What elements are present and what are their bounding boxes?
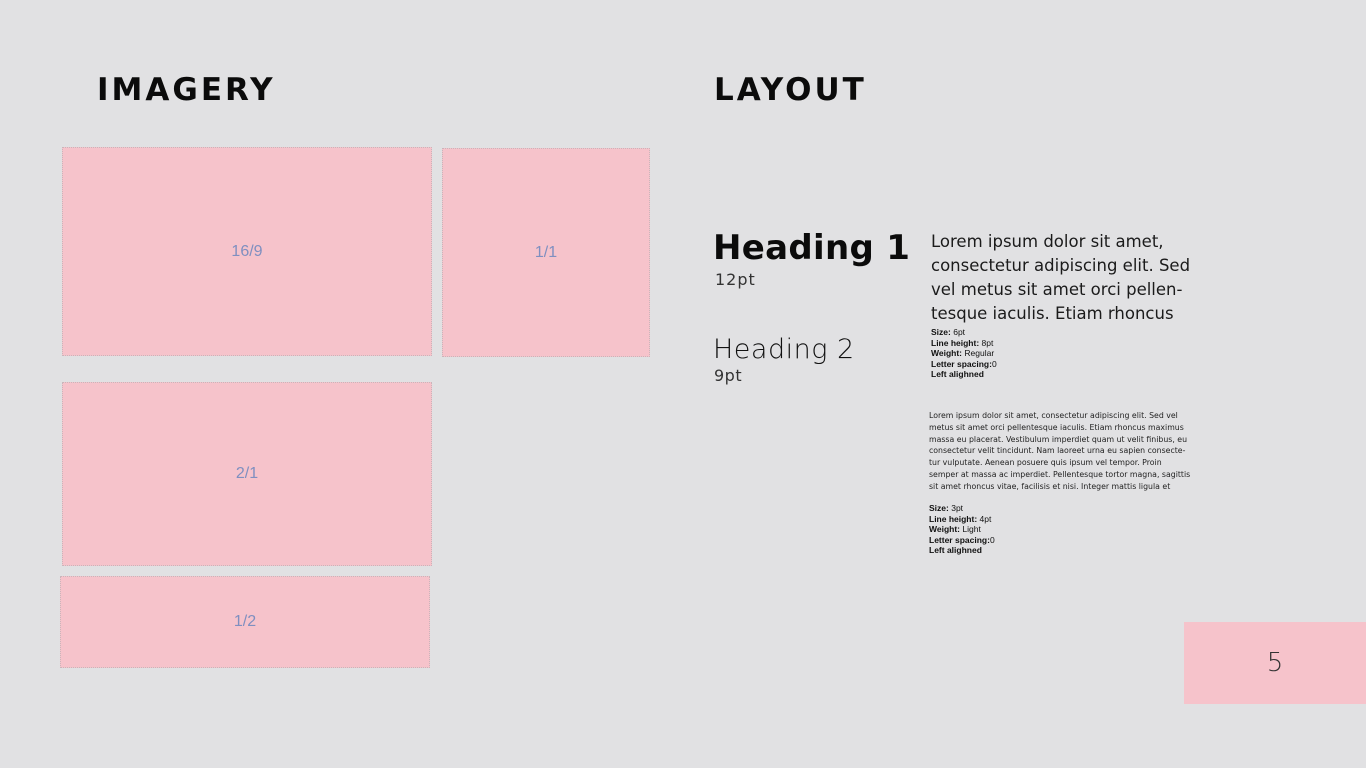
spec-alignment: Left alighned <box>929 545 982 556</box>
spec-line-height: Line height: 4pt <box>929 513 992 524</box>
spec-line-height: Line height: 8pt <box>931 337 994 348</box>
layout-section-title: LAYOUT <box>714 72 867 108</box>
aspect-ratio-label: 1/2 <box>233 613 257 630</box>
body-small-specs: Size: 3pt Line height: 4pt Weight: Light… <box>929 503 995 556</box>
heading-2-sample: Heading 2 <box>713 334 855 365</box>
imagery-section-title: IMAGERY <box>97 72 276 108</box>
heading-2-size: 9pt <box>714 366 743 385</box>
spec-size: Size: 3pt <box>929 503 964 513</box>
body-text-large-sample: Lorem ipsum dolor sit amet, consectetur … <box>931 232 1191 323</box>
spec-alignment: Left alighned <box>931 369 984 380</box>
image-placeholder-1-1: 1/1 <box>442 148 650 357</box>
body-large-specs: Size: 6pt Line height: 8pt Weight: Regul… <box>931 327 997 380</box>
spec-weight: Weight: Regular <box>931 348 995 359</box>
image-placeholder-1-2: 1/2 <box>60 576 430 668</box>
spec-letter-spacing: Letter spacing:0 <box>931 358 997 369</box>
page-number: 5 <box>1184 622 1366 704</box>
spec-letter-spacing: Letter spacing:0 <box>929 534 995 545</box>
body-text-small-sample: Lorem ipsum dolor sit amet, consectetur … <box>929 411 1191 491</box>
aspect-ratio-label: 2/1 <box>235 465 259 482</box>
spec-size: Size: 6pt <box>931 327 966 337</box>
aspect-ratio-label: 1/1 <box>534 243 558 261</box>
heading-1-sample: Heading 1 <box>713 228 911 268</box>
heading-1-size: 12pt <box>715 270 756 289</box>
spec-weight: Weight: Light <box>929 524 981 535</box>
aspect-ratio-label: 16/9 <box>231 242 263 260</box>
image-placeholder-16-9: 16/9 <box>62 147 432 356</box>
image-placeholder-2-1: 2/1 <box>62 382 432 566</box>
